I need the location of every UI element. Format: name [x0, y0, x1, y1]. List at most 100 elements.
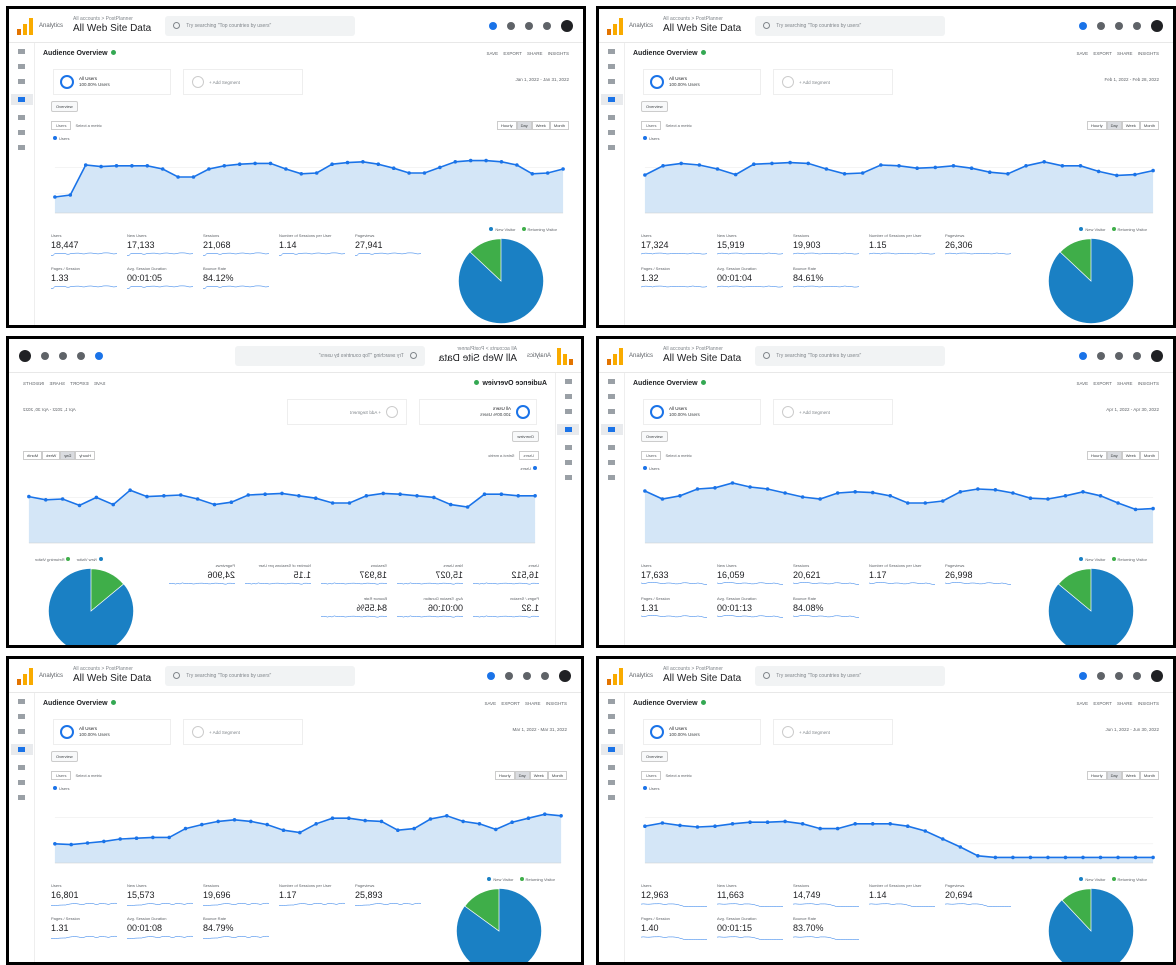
acquisition-icon[interactable]	[18, 765, 25, 770]
add-segment-button[interactable]: + Add Segment	[287, 399, 407, 425]
analytics-logo[interactable]	[607, 17, 623, 35]
metric-dropdown[interactable]: Users	[641, 771, 662, 780]
granularity-hourly[interactable]: Hourly	[1087, 451, 1107, 460]
search-input[interactable]: Try searching "Top countries by users"	[234, 345, 425, 366]
granularity-month[interactable]: Month	[1139, 451, 1159, 460]
realtime-icon[interactable]	[608, 409, 615, 414]
apps-grid-icon[interactable]	[507, 21, 515, 30]
report-actions[interactable]: SAVE EXPORT SHARE INSIGHTS	[484, 701, 567, 706]
customization-icon[interactable]	[565, 394, 572, 399]
overview-button[interactable]: Overview	[51, 751, 78, 762]
date-range-picker[interactable]: Feb 1, 2022 - Feb 28, 2022	[1104, 77, 1159, 82]
audience-icon[interactable]	[565, 427, 572, 432]
granularity-day[interactable]: Day	[1106, 451, 1122, 460]
avatar[interactable]	[1151, 349, 1163, 362]
report-actions[interactable]: SAVE EXPORT SHARE INSIGHTS	[23, 381, 106, 386]
analytics-logo[interactable]	[17, 17, 33, 35]
date-range-picker[interactable]: Apr 1, 2022 - Apr 30, 2022	[23, 407, 76, 412]
add-segment-button[interactable]: + Add Segment	[773, 69, 893, 95]
metric-dropdown[interactable]: Users	[641, 121, 662, 130]
help-icon[interactable]	[1115, 351, 1123, 360]
conversions-icon[interactable]	[18, 795, 25, 800]
segment-all-users[interactable]: All Users 100.00% Users	[53, 719, 171, 745]
overview-button[interactable]: Overview	[641, 431, 668, 442]
granularity-month[interactable]: Month	[547, 771, 567, 780]
audience-icon[interactable]	[608, 97, 615, 102]
conversions-icon[interactable]	[18, 145, 25, 150]
home-icon[interactable]	[608, 49, 615, 54]
help-icon[interactable]	[1115, 671, 1123, 680]
behavior-icon[interactable]	[565, 460, 572, 465]
segment-all-users[interactable]: All Users 100.00% Users	[643, 719, 761, 745]
granularity-month[interactable]: Month	[1139, 771, 1159, 780]
avatar[interactable]	[559, 669, 571, 682]
compare-metric-dropdown[interactable]: Select a metric	[75, 123, 101, 128]
home-icon[interactable]	[608, 379, 615, 384]
notifications-icon[interactable]	[1079, 671, 1087, 680]
avatar[interactable]	[1151, 669, 1163, 682]
conversions-icon[interactable]	[608, 795, 615, 800]
segment-all-users[interactable]: All Users 100.00% Users	[643, 69, 761, 95]
add-segment-button[interactable]: + Add Segment	[773, 719, 893, 745]
realtime-icon[interactable]	[18, 729, 25, 734]
realtime-icon[interactable]	[608, 729, 615, 734]
notifications-icon[interactable]	[1079, 351, 1087, 360]
granularity-week[interactable]: Week	[1121, 771, 1140, 780]
home-icon[interactable]	[608, 699, 615, 704]
audience-icon[interactable]	[18, 747, 25, 752]
report-actions[interactable]: SAVE EXPORT SHARE INSIGHTS	[1076, 701, 1159, 706]
granularity-hourly[interactable]: Hourly	[495, 771, 515, 780]
more-options-icon[interactable]	[1133, 351, 1141, 360]
customization-icon[interactable]	[608, 714, 615, 719]
date-range-picker[interactable]: Jun 1, 2022 - Jun 30, 2022	[1105, 727, 1159, 732]
more-options-icon[interactable]	[41, 351, 49, 360]
apps-grid-icon[interactable]	[77, 351, 85, 360]
analytics-logo[interactable]	[17, 667, 33, 685]
view-selector[interactable]: All Web Site Data	[663, 354, 741, 364]
acquisition-icon[interactable]	[608, 115, 615, 120]
account-selector[interactable]: All accounts > PostPlanner All Web Site …	[439, 346, 517, 364]
view-selector[interactable]: All Web Site Data	[439, 353, 517, 364]
date-range-picker[interactable]: Jan 1, 2022 - Jan 31, 2022	[515, 77, 569, 82]
granularity-week[interactable]: Week	[529, 771, 548, 780]
avatar[interactable]	[1151, 19, 1163, 32]
view-selector[interactable]: All Web Site Data	[73, 24, 151, 34]
help-icon[interactable]	[525, 21, 533, 30]
apps-grid-icon[interactable]	[1097, 671, 1105, 680]
more-options-icon[interactable]	[1133, 671, 1141, 680]
home-icon[interactable]	[565, 379, 572, 384]
granularity-hourly[interactable]: Hourly	[497, 121, 517, 130]
acquisition-icon[interactable]	[565, 445, 572, 450]
granularity-month[interactable]: Month	[549, 121, 569, 130]
account-selector[interactable]: All accounts > PostPlanner All Web Site …	[663, 667, 741, 684]
search-input[interactable]: Try searching "Top countries by users"	[165, 665, 356, 686]
overview-button[interactable]: Overview	[641, 101, 668, 112]
granularity-hourly[interactable]: Hourly	[1087, 771, 1107, 780]
view-selector[interactable]: All Web Site Data	[663, 674, 741, 684]
add-segment-button[interactable]: + Add Segment	[183, 69, 303, 95]
analytics-logo[interactable]	[607, 667, 623, 685]
date-range-picker[interactable]: Apr 1, 2022 - Apr 30, 2022	[1106, 407, 1159, 412]
help-icon[interactable]	[523, 671, 531, 680]
audience-icon[interactable]	[18, 97, 25, 102]
granularity-week[interactable]: Week	[531, 121, 550, 130]
granularity-week[interactable]: Week	[1121, 451, 1140, 460]
granularity-hourly[interactable]: Hourly	[75, 451, 95, 460]
customization-icon[interactable]	[608, 64, 615, 69]
search-input[interactable]: Try searching "Top countries by users"	[755, 665, 946, 686]
granularity-month[interactable]: Month	[1139, 121, 1159, 130]
conversions-icon[interactable]	[565, 475, 572, 480]
view-selector[interactable]: All Web Site Data	[663, 24, 741, 34]
behavior-icon[interactable]	[608, 780, 615, 785]
acquisition-icon[interactable]	[18, 115, 25, 120]
account-selector[interactable]: All accounts > PostPlanner All Web Site …	[73, 17, 151, 34]
date-range-picker[interactable]: Mar 1, 2022 - Mar 31, 2022	[512, 727, 567, 732]
notifications-icon[interactable]	[489, 21, 497, 30]
apps-grid-icon[interactable]	[505, 671, 513, 680]
avatar[interactable]	[19, 349, 31, 362]
granularity-week[interactable]: Week	[42, 451, 61, 460]
acquisition-icon[interactable]	[608, 765, 615, 770]
granularity-day[interactable]: Day	[514, 771, 530, 780]
compare-metric-dropdown[interactable]: Select a metric	[665, 123, 691, 128]
search-input[interactable]: Try searching "Top countries by users"	[755, 345, 946, 366]
